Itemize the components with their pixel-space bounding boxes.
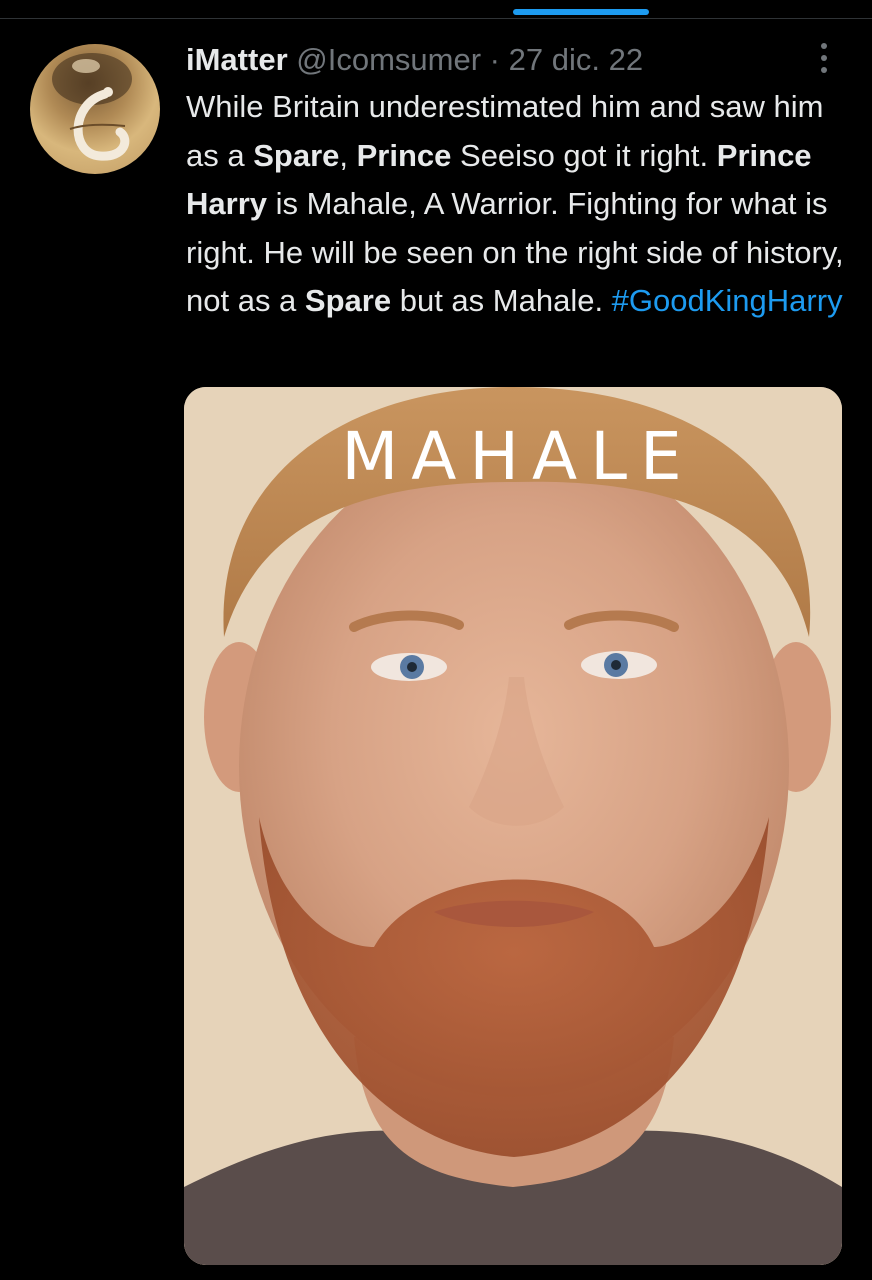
author-name[interactable]: iMatter	[186, 42, 288, 77]
top-divider	[0, 18, 872, 19]
tweet-media-image[interactable]: MAHALE	[184, 387, 842, 1265]
tweet-text-bold: Spare	[253, 137, 340, 173]
book-cover-title: MAHALE	[341, 418, 695, 495]
tweet-header: iMatter @Icomsumer · 27 dic. 22	[186, 40, 643, 80]
more-dot	[821, 67, 827, 73]
more-options-icon[interactable]	[812, 40, 836, 76]
tweet-text-segment: Seeiso got it right.	[451, 137, 717, 173]
header-separator: ·	[489, 42, 500, 77]
tweet-text-bold: Spare	[304, 283, 392, 319]
avatar[interactable]	[30, 44, 160, 174]
tweet-text-segment: ,	[339, 137, 357, 173]
more-dot	[821, 55, 827, 61]
tweet-text-bold: Prince	[356, 137, 452, 173]
author-handle[interactable]: @Icomsumer	[296, 42, 481, 77]
portrait-photo	[184, 387, 842, 1265]
avatar-logo-icon	[52, 53, 132, 161]
tweet-date[interactable]: 27 dic. 22	[509, 42, 643, 77]
hashtag-link[interactable]: #GoodKingHarry	[612, 283, 843, 318]
tweet-text: While Britain underestimated him and saw…	[186, 83, 858, 326]
tweet-text-segment: but as Mahale.	[391, 283, 612, 319]
tab-active-indicator	[513, 9, 649, 15]
more-dot	[821, 43, 827, 49]
